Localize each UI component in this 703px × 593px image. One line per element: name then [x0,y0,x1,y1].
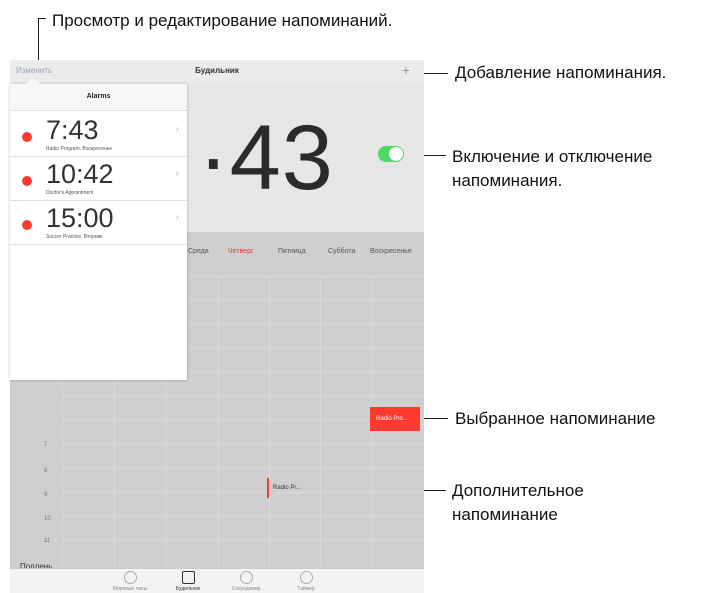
hour-label: 11 [44,538,51,544]
grid-line [62,444,424,445]
callout-add: Добавление напоминания. [455,63,667,82]
alarms-popover: Alarms 7:43 Radio Program, Воскресенье ›… [10,77,187,380]
delete-alarm-icon[interactable] [22,176,32,186]
extra-alarm-label[interactable]: Radio Pr... [273,485,301,491]
timer-icon [299,571,313,584]
grid-line [62,492,424,493]
day-header[interactable]: Среда [188,248,209,255]
alarm-toggle-switch[interactable] [378,146,404,162]
callout-line-view-edit-tick [38,18,46,19]
popover-title: Alarms [10,84,187,111]
grid-line [62,396,424,397]
chevron-right-icon: › [175,212,179,223]
tab-timer[interactable]: Таймер [286,571,326,592]
callout-toggle-line2: напоминания. [452,171,563,190]
delete-alarm-icon[interactable] [22,132,32,142]
navigation-bar: Изменить Будильник + [10,60,424,84]
grid-line [62,540,424,541]
alarm-time: 10:42 [46,159,114,189]
globe-icon [123,571,137,584]
tab-alarm[interactable]: Будильник [168,571,208,592]
tab-stopwatch[interactable]: Секундомер [226,571,266,592]
grid-line [218,276,219,566]
hour-label: 10 [44,516,51,522]
alarm-label: Doctor's Appointment [46,190,94,196]
day-header-active[interactable]: Четверг [228,248,254,255]
add-alarm-button[interactable]: + [402,62,410,78]
alarm-clock-icon [181,571,195,584]
day-header[interactable]: Пятница [278,248,306,255]
alarm-list-item[interactable]: 10:42 Doctor's Appointment › [10,158,187,201]
tab-world-clock[interactable]: Мировые часы [110,571,150,592]
alarm-list-item[interactable]: 7:43 Radio Program, Воскресенье › [10,114,187,157]
callout-extra-line1: Дополнительное [452,481,584,500]
hour-label: 8 [44,468,48,474]
callout-toggle-line1: Включение и отключение [452,147,653,166]
day-header[interactable]: Суббота [328,248,355,255]
delete-alarm-icon[interactable] [22,220,32,230]
tab-label: Таймер [297,586,315,592]
hour-label: 9 [44,492,48,498]
alarm-time: 15:00 [46,203,114,233]
grid-line [62,468,424,469]
grid-line [320,276,321,566]
popover-arrow [26,77,40,84]
extra-alarm-marker[interactable] [267,478,269,498]
tab-label: Секундомер [231,586,261,592]
tab-label: Будильник [175,586,201,592]
callout-line-selected [420,418,448,419]
page-title: Будильник [195,66,239,75]
grid-line [62,516,424,517]
next-alarm-time: ·43 [198,107,334,209]
stopwatch-icon [239,571,253,584]
chevron-right-icon: › [175,124,179,135]
callout-view-edit: Просмотр и редактирование напоминаний. [52,11,393,30]
hour-label: 7 [44,442,48,448]
day-header[interactable]: Воскресенье [370,248,412,255]
callout-extra-line2: напоминание [452,505,558,524]
selected-alarm[interactable]: Radio Pro... [370,407,420,431]
alarm-list-item[interactable]: 15:00 Soccer Practice, Вторник › [10,202,187,245]
tab-bar: Мировые часы Будильник Секундомер Таймер [10,568,424,593]
chevron-right-icon: › [175,168,179,179]
alarm-time: 7:43 [46,115,99,145]
alarm-label: Radio Program, Воскресенье [46,146,113,152]
grid-line [269,276,270,566]
alarm-label: Soccer Practice, Вторник [46,234,103,240]
tab-label: Мировые часы [112,586,148,592]
callout-selected: Выбранное напоминание [455,409,656,428]
